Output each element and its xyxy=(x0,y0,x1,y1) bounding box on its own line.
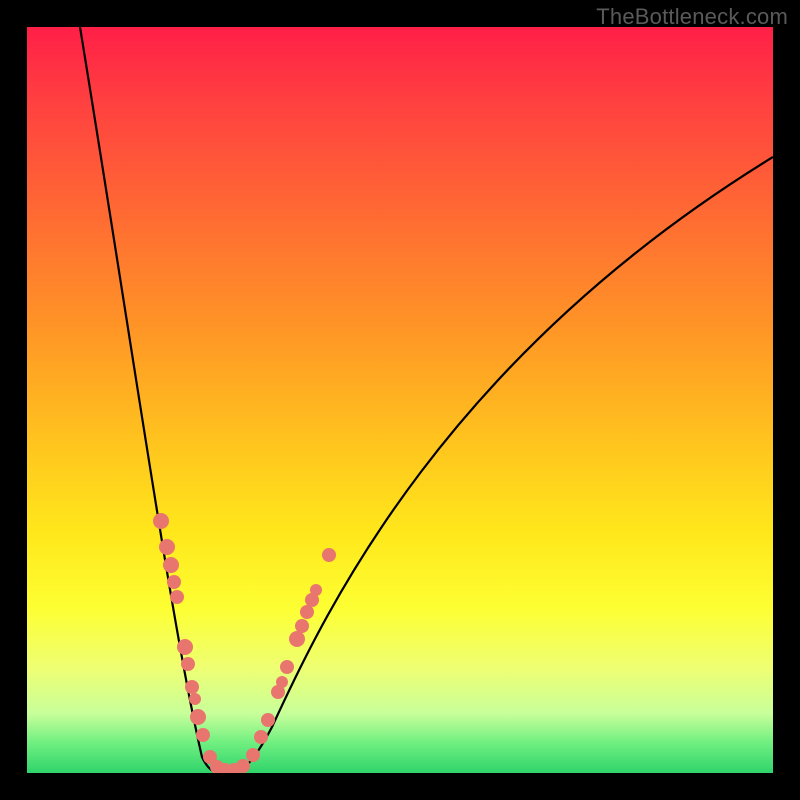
data-marker xyxy=(300,605,314,619)
plot-area xyxy=(27,27,773,773)
data-marker xyxy=(181,657,195,671)
data-marker xyxy=(322,548,336,562)
bottleneck-curve xyxy=(27,27,773,773)
data-marker xyxy=(295,619,309,633)
data-marker xyxy=(310,584,322,596)
curve-segment xyxy=(227,157,773,773)
data-marker xyxy=(196,728,210,742)
data-marker xyxy=(289,631,305,647)
curve-segment xyxy=(80,27,227,773)
data-marker xyxy=(177,639,193,655)
data-marker xyxy=(170,590,184,604)
data-marker xyxy=(261,713,275,727)
data-marker xyxy=(280,660,294,674)
data-marker xyxy=(276,676,288,688)
data-marker xyxy=(254,730,268,744)
data-marker xyxy=(185,680,199,694)
data-marker xyxy=(189,693,201,705)
data-marker xyxy=(236,759,250,773)
data-marker xyxy=(246,748,260,762)
data-marker xyxy=(167,575,181,589)
data-marker xyxy=(190,709,206,725)
data-marker xyxy=(153,513,169,529)
data-marker xyxy=(159,539,175,555)
data-marker xyxy=(163,557,179,573)
watermark-text: TheBottleneck.com xyxy=(596,4,788,30)
